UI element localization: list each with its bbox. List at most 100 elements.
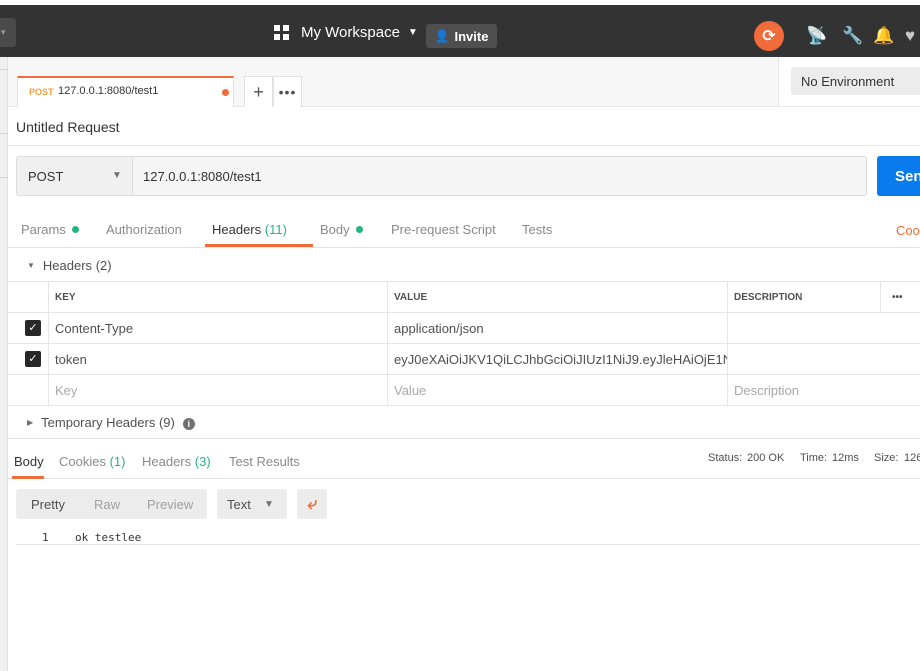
more-icon: •••: [278, 84, 297, 100]
tab-headers[interactable]: Headers (11): [212, 222, 287, 237]
tab-options-button[interactable]: •••: [273, 76, 302, 107]
temporary-headers-toggle[interactable]: ▶ Temporary Headers (9) i: [27, 415, 195, 430]
table-row: ✓ Content-Type application/json: [8, 313, 920, 344]
header-description[interactable]: [727, 344, 880, 374]
request-tab[interactable]: POST 127.0.0.1:8080/test1: [17, 76, 234, 107]
workspace-switcher[interactable]: My Workspace ▼: [274, 19, 418, 45]
temporary-headers-title: Temporary Headers: [41, 415, 156, 430]
response-tab-test-results[interactable]: Test Results: [229, 454, 300, 469]
response-tab-cookies[interactable]: Cookies (1): [59, 454, 125, 469]
view-mode-group: Pretty Raw Preview: [16, 489, 207, 519]
url-bar: POST ▼ 127.0.0.1:8080/test1: [16, 156, 867, 196]
chevron-down-icon: ▾: [1, 27, 6, 37]
unsaved-dot-icon: [222, 89, 229, 96]
tab-params[interactable]: Params: [21, 222, 79, 237]
header-value[interactable]: eyJ0eXAiOiJKV1QiLCJhbGciOiJIUzI1NiJ9.eyJ…: [387, 344, 727, 374]
satellite-icon[interactable]: 📡: [806, 26, 827, 46]
time-value[interactable]: 12ms: [832, 452, 859, 464]
method-select[interactable]: POST ▼: [17, 157, 133, 195]
table-options-button[interactable]: •••: [880, 282, 920, 312]
tab-headers-label: Headers: [212, 222, 262, 237]
bell-icon[interactable]: 🔔: [873, 26, 894, 46]
response-tabs: Body Cookies (1) Headers (3) Test Result…: [8, 439, 920, 479]
response-body[interactable]: 1 ok testlee: [16, 529, 920, 545]
format-label: Text: [227, 497, 251, 512]
caret-right-icon: ▶: [27, 418, 34, 427]
tab-body-label: Body: [320, 222, 350, 237]
sidebar-edge: [0, 57, 8, 671]
active-tab-indicator: [205, 244, 313, 247]
cookies-link[interactable]: Cook: [896, 223, 920, 238]
status-dot-icon: [355, 226, 363, 233]
status-value[interactable]: 200 OK: [747, 452, 784, 464]
chevron-down-icon: ▼: [112, 170, 122, 181]
response-tab-cookies-label: Cookies: [59, 454, 106, 469]
response-tab-headers-label: Headers: [142, 454, 192, 469]
environment-select[interactable]: No Environment: [791, 67, 920, 95]
column-value: VALUE: [387, 282, 727, 312]
chevron-down-icon: ▼: [264, 499, 274, 510]
invite-label: Invite: [454, 28, 489, 44]
header-value[interactable]: application/json: [387, 313, 727, 343]
sync-icon[interactable]: ⟳: [754, 21, 784, 51]
response-tab-headers[interactable]: Headers (3): [142, 454, 211, 469]
send-button[interactable]: Sen: [877, 156, 920, 196]
key-input[interactable]: Key: [48, 375, 387, 405]
table-row: ✓ token eyJ0eXAiOiJKV1QiLCJhbGciOiJIUzI1…: [8, 344, 920, 375]
method-label: POST: [28, 169, 64, 184]
wrap-icon: ⤶: [307, 494, 317, 513]
header-check-column: [8, 282, 48, 312]
header-key[interactable]: token: [48, 344, 387, 374]
temporary-headers-count: (9): [158, 415, 175, 430]
wrap-lines-button[interactable]: ⤶: [297, 489, 327, 519]
checkbox[interactable]: ✓: [25, 351, 41, 367]
chevron-down-icon: ▼: [407, 26, 418, 38]
invite-button[interactable]: 👤 Invite: [426, 24, 497, 48]
new-tab-button[interactable]: +: [244, 76, 273, 107]
preview-button[interactable]: Preview: [147, 497, 193, 512]
wrench-icon[interactable]: 🔧: [842, 26, 863, 46]
row-check-cell: ✓: [8, 344, 48, 374]
tab-params-label: Params: [21, 222, 66, 237]
header-description[interactable]: [727, 313, 880, 343]
divider: [8, 145, 920, 146]
heart-icon[interactable]: ♥: [905, 26, 915, 46]
time-label: Time:: [800, 452, 828, 464]
info-icon[interactable]: i: [182, 418, 195, 430]
tab-tests[interactable]: Tests: [522, 222, 552, 237]
tab-authorization[interactable]: Authorization: [106, 222, 182, 237]
tab-pre-request-script[interactable]: Pre-request Script: [391, 222, 496, 237]
description-input[interactable]: Description: [727, 375, 880, 405]
raw-button[interactable]: Raw: [94, 497, 120, 512]
format-select[interactable]: Text ▼: [217, 489, 287, 519]
sidebar-toggle-button[interactable]: ▾: [0, 18, 16, 47]
plus-icon: +: [253, 81, 264, 102]
status-label: Status:: [708, 452, 743, 464]
url-input[interactable]: 127.0.0.1:8080/test1: [143, 169, 262, 184]
column-description: DESCRIPTION: [727, 282, 880, 312]
value-input[interactable]: Value: [387, 375, 727, 405]
request-tabs: Params Authorization Headers (11) Body P…: [8, 207, 920, 248]
pretty-button[interactable]: Pretty: [31, 497, 65, 512]
add-user-icon: 👤: [434, 29, 450, 43]
tab-url: 127.0.0.1:8080/test1: [58, 85, 159, 97]
header-key[interactable]: Content-Type: [48, 313, 387, 343]
headers-section-toggle[interactable]: ▼ Headers (2): [27, 258, 112, 273]
response-tab-body[interactable]: Body: [14, 454, 44, 469]
checkbox[interactable]: ✓: [25, 320, 41, 336]
tab-method: POST: [29, 87, 54, 97]
request-title[interactable]: Untitled Request: [16, 119, 120, 135]
size-value[interactable]: 126: [904, 452, 920, 464]
response-tab-cookies-count: (1): [109, 454, 126, 469]
headers-section-count: (2): [95, 258, 112, 273]
caret-down-icon: ▼: [27, 261, 35, 270]
row-check-cell: [8, 375, 48, 405]
request-tab-bar: POST 127.0.0.1:8080/test1 + •••: [8, 57, 778, 107]
response-line: ok testlee: [75, 531, 142, 544]
response-tab-headers-count: (3): [194, 454, 211, 469]
environment-bar: No Environment: [778, 57, 920, 107]
headers-section-title: Headers: [42, 258, 93, 273]
headers-table: KEY VALUE DESCRIPTION ••• ✓ Content-Type…: [8, 281, 920, 406]
tab-body[interactable]: Body: [320, 222, 363, 237]
size-label: Size:: [874, 452, 899, 464]
